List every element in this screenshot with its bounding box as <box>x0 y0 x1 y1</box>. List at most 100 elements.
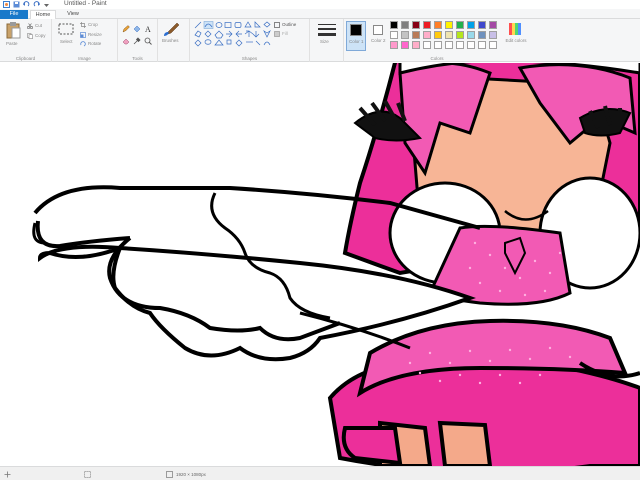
palette-swatch[interactable] <box>478 21 486 29</box>
copy-icon <box>27 33 33 39</box>
color2-button[interactable]: Color 2 <box>369 21 389 51</box>
shapes-group-label: Shapes <box>241 56 258 61</box>
palette-swatch[interactable] <box>412 21 420 29</box>
image-group-label: Image <box>78 56 91 61</box>
palette-swatch[interactable] <box>390 31 398 39</box>
shapes-gallery[interactable] <box>193 21 271 47</box>
resize-icon <box>80 32 86 38</box>
clipboard-group-label: Clipboard <box>15 56 36 61</box>
size-label: Size <box>320 39 329 44</box>
window-title: Untitled - Paint <box>64 0 107 7</box>
copy-label: Copy <box>35 33 46 38</box>
palette-swatch[interactable] <box>478 31 486 39</box>
palette-swatch[interactable] <box>445 41 453 49</box>
status-bar: 1920 × 1080px <box>0 466 640 480</box>
brushes-label: Brushes <box>162 38 179 43</box>
palette-swatch[interactable] <box>412 31 420 39</box>
select-button[interactable]: Select <box>58 23 76 49</box>
palette-swatch[interactable] <box>401 31 409 39</box>
color2-label: Color 2 <box>371 38 386 43</box>
size-button[interactable]: Size <box>316 23 338 49</box>
title-bar: Untitled - Paint <box>0 0 640 9</box>
color-picker-icon[interactable] <box>133 37 141 45</box>
palette-swatch[interactable] <box>445 21 453 29</box>
brushes-button[interactable]: Brushes <box>162 21 188 49</box>
resize-button[interactable]: Resize <box>80 32 116 39</box>
copy-button[interactable]: Copy <box>27 33 49 40</box>
palette-swatch[interactable] <box>390 41 398 49</box>
palette-swatch[interactable] <box>489 21 497 29</box>
paint-window: Untitled - Paint File Home View Paste Cu… <box>0 0 640 480</box>
outline-label: Outline <box>282 22 297 27</box>
cut-button[interactable]: Cut <box>27 23 49 30</box>
color1-swatch <box>350 24 362 36</box>
clipboard-group: Paste Cut Copy Clipboard <box>0 19 52 62</box>
customize-toolbar-icon[interactable] <box>43 1 50 8</box>
undo-icon[interactable] <box>23 1 30 8</box>
image-size: 1920 × 1080px <box>176 472 206 477</box>
line-size-icon <box>318 24 336 36</box>
resize-label: Resize <box>88 32 102 37</box>
palette-swatch[interactable] <box>467 41 475 49</box>
palette-swatch[interactable] <box>489 31 497 39</box>
crop-icon <box>80 22 86 28</box>
tools-group-label: Tools <box>132 56 143 61</box>
color1-button[interactable]: Color 1 <box>346 21 366 51</box>
palette-swatch[interactable] <box>412 41 420 49</box>
cut-label: Cut <box>35 23 43 28</box>
save-icon[interactable] <box>13 1 20 8</box>
tools-group: A Tools <box>118 19 158 62</box>
select-icon <box>58 23 74 35</box>
crop-label: Crop <box>88 22 98 27</box>
edit-colors-icon <box>509 23 521 35</box>
palette-swatch[interactable] <box>456 31 464 39</box>
palette-swatch[interactable] <box>445 31 453 39</box>
palette-swatch[interactable] <box>467 31 475 39</box>
palette-swatch[interactable] <box>390 21 398 29</box>
color1-label: Color 1 <box>349 39 364 44</box>
redo-icon[interactable] <box>33 1 40 8</box>
palette-swatch[interactable] <box>434 21 442 29</box>
paste-label: Paste <box>6 41 18 46</box>
palette-swatch[interactable] <box>401 21 409 29</box>
tab-file[interactable]: File <box>0 10 28 19</box>
paste-button[interactable]: Paste <box>4 21 22 49</box>
rotate-label: Rotate <box>88 41 102 46</box>
pencil-icon[interactable] <box>122 25 130 33</box>
tab-home[interactable]: Home <box>30 10 56 19</box>
rotate-icon <box>80 41 86 47</box>
ribbon: Paste Cut Copy Clipboard Select Crop Res… <box>0 19 640 62</box>
image-group: Select Crop Resize Rotate Image <box>52 19 118 62</box>
outline-dropdown[interactable]: Outline <box>274 22 308 29</box>
rotate-button[interactable]: Rotate <box>80 41 116 48</box>
colors-group: Color 1 Color 2 Edit colors Colors <box>344 19 530 62</box>
palette-swatch[interactable] <box>478 41 486 49</box>
character-drawing <box>32 63 640 466</box>
palette-swatch[interactable] <box>423 21 431 29</box>
color-palette <box>390 21 500 51</box>
crop-button[interactable]: Crop <box>80 22 116 29</box>
magnifier-icon[interactable] <box>144 37 152 45</box>
shapes-group: Outline Fill Shapes <box>190 19 310 62</box>
eraser-icon[interactable] <box>122 37 130 45</box>
edit-colors-button[interactable]: Edit colors <box>502 21 528 51</box>
fill-bucket-icon[interactable] <box>133 25 141 33</box>
scissors-icon <box>27 23 33 29</box>
palette-swatch[interactable] <box>434 31 442 39</box>
text-icon[interactable]: A <box>144 25 152 33</box>
palette-swatch[interactable] <box>489 41 497 49</box>
fill-dropdown[interactable]: Fill <box>274 31 308 38</box>
palette-swatch[interactable] <box>434 41 442 49</box>
palette-swatch[interactable] <box>401 41 409 49</box>
palette-swatch[interactable] <box>456 21 464 29</box>
colors-group-label: Colors <box>430 56 444 61</box>
paint-app-icon <box>3 1 10 8</box>
drawing-canvas[interactable] <box>0 63 640 466</box>
palette-swatch[interactable] <box>467 21 475 29</box>
palette-swatch[interactable] <box>423 31 431 39</box>
palette-swatch[interactable] <box>423 41 431 49</box>
shape-fill-icon <box>274 31 280 37</box>
brush-icon <box>164 22 180 36</box>
tab-view[interactable]: View <box>60 10 86 19</box>
palette-swatch[interactable] <box>456 41 464 49</box>
